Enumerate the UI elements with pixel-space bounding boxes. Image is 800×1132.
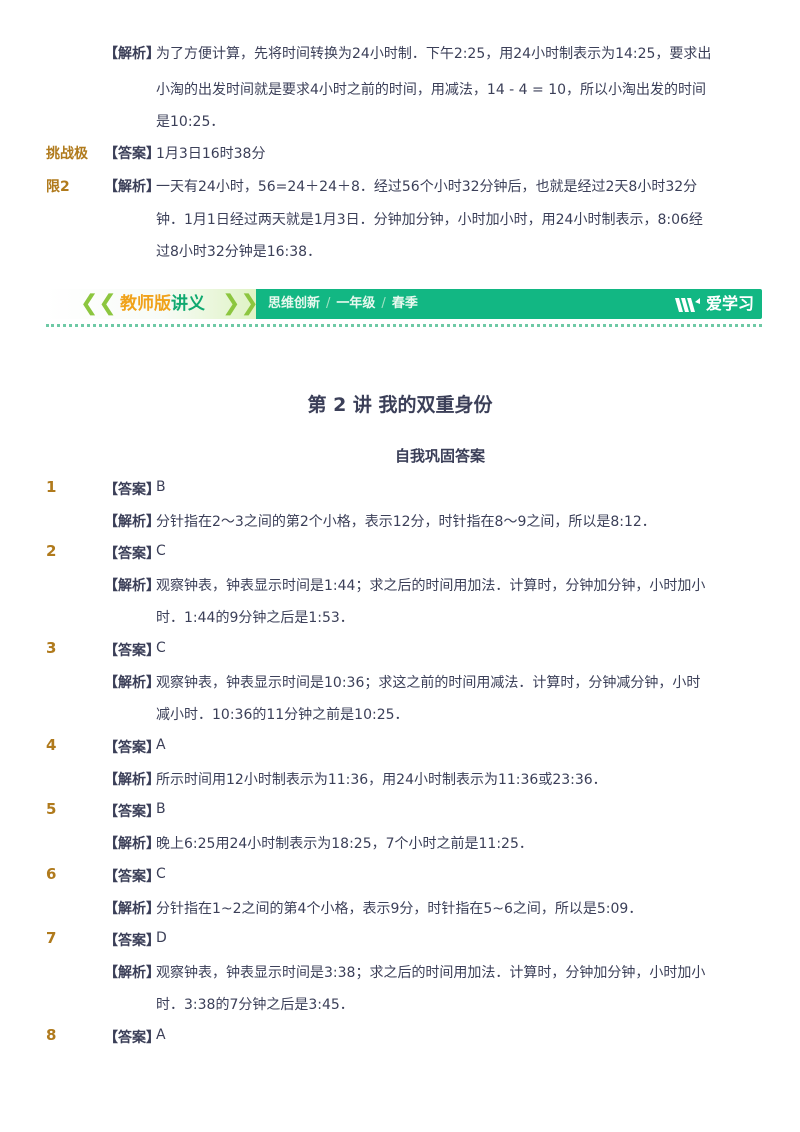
analysis-line: 观察钟表，钟表显示时间是3:38；求之后的时间用加法．计算时，分钟加分钟，小时加…: [156, 965, 706, 981]
analysis-line: 减小时．10:36的11分钟之前是10:25．: [156, 707, 409, 723]
banner-subtitle: 思维创新 / 一年级 / 春季: [268, 296, 418, 312]
brand-logo: 爱学习: [674, 293, 754, 315]
double-chevron-left-icon: ❮❮: [80, 291, 117, 316]
answer-text: 1月3日16时38分: [156, 146, 266, 162]
analysis-tag: 【解析】: [104, 772, 160, 788]
banner-sub-season: 春季: [391, 296, 418, 311]
answer-text: C: [156, 543, 166, 559]
banner-dotted-divider: [46, 324, 762, 327]
analysis-tag: 【解析】: [104, 965, 160, 981]
banner-separator: /: [326, 296, 331, 311]
analysis-tag: 【解析】: [104, 901, 160, 917]
question-number: 5: [46, 800, 57, 818]
section-title: 自我巩固答案: [394, 447, 485, 465]
banner-sub-grade: 一年级: [336, 296, 376, 311]
challenge-label: 挑战极: [46, 146, 88, 162]
analysis-line: 时．3:38的7分钟之后是3:45．: [156, 997, 354, 1013]
analysis-tag: 【解析】: [104, 514, 160, 530]
analysis-tag: 【解析】: [104, 46, 160, 62]
answer-tag: 【答案】: [104, 146, 160, 162]
analysis-line: 过8小时32分钟是16:38．: [156, 244, 322, 260]
answer-tag: 【答案】: [104, 804, 160, 820]
analysis-tag: 【解析】: [104, 179, 160, 195]
brand-logo-text: 爱学习: [705, 294, 754, 313]
answer-tag: 【答案】: [104, 482, 160, 498]
analysis-line: 小淘的出发时间就是要求4小时之前的时间，用减法，14 - 4 = 10，所以小淘…: [156, 82, 707, 98]
question-number: 7: [46, 929, 57, 947]
answer-text: B: [156, 801, 166, 817]
answer-tag: 【答案】: [104, 933, 160, 949]
answer-tag: 【答案】: [104, 869, 160, 885]
analysis-line: 分针指在1~2之间的第4个小格，表示9分，时针指在5~6之间，所以是5:09．: [156, 901, 643, 917]
banner-separator: /: [381, 296, 386, 311]
answer-tag: 【答案】: [104, 1030, 160, 1046]
banner-sub-course: 思维创新: [268, 296, 321, 311]
lecture-title: 第 2 讲 我的双重身份: [307, 394, 493, 416]
analysis-line: 晚上6:25用24小时制表示为18:25，7个小时之前是11:25．: [156, 836, 533, 852]
answer-text: A: [156, 737, 166, 753]
analysis-line: 观察钟表，钟表显示时间是10:36；求这之前的时间用减法．计算时，分钟减分钟，小…: [156, 675, 701, 691]
analysis-line: 是10:25．: [156, 114, 225, 130]
answer-tag: 【答案】: [104, 643, 160, 659]
analysis-line: 分针指在2～3之间的第2个小格，表示12分，时针指在8～9之间，所以是8:12．: [156, 514, 656, 530]
answer-text: A: [156, 1027, 166, 1043]
question-number: 3: [46, 639, 57, 657]
banner-title-part2: 讲义: [171, 294, 205, 314]
analysis-line: 一天有24小时，56=24＋24＋8．经过56个小时32分钟后，也就是经过2天8…: [156, 179, 698, 195]
analysis-tag: 【解析】: [104, 578, 160, 594]
question-number: 6: [46, 865, 57, 883]
page-header-banner: ❮❮ 教师版讲义 ❯❯ 思维创新 / 一年级 / 春季 爱学习: [46, 289, 762, 319]
answer-text: B: [156, 479, 166, 495]
analysis-line: 为了方便计算，先将时间转换为24小时制．下午2:25，用24小时制表示为14:2…: [156, 46, 712, 62]
analysis-tag: 【解析】: [104, 836, 160, 852]
answer-text: C: [156, 640, 166, 656]
analysis-tag: 【解析】: [104, 675, 160, 691]
answer-tag: 【答案】: [104, 546, 160, 562]
question-number: 8: [46, 1026, 57, 1044]
answer-tag: 【答案】: [104, 740, 160, 756]
banner-title: 教师版讲义: [120, 293, 205, 315]
banner-title-part1: 教师版: [120, 294, 171, 314]
answer-text: D: [156, 930, 167, 946]
question-number: 1: [46, 478, 57, 496]
answer-text: C: [156, 866, 166, 882]
analysis-line: 钟．1月1日经过两天就是1月3日．分钟加分钟，小时加小时，用24小时制表示，8:…: [156, 212, 703, 228]
analysis-line: 时．1:44的9分钟之后是1:53．: [156, 610, 354, 626]
question-number: 2: [46, 542, 57, 560]
brand-logo-icon: [674, 297, 700, 312]
analysis-line: 所示时间用12小时制表示为11:36，用24小时制表示为11:36或23:36．: [156, 772, 607, 788]
double-chevron-right-icon: ❯❯: [222, 291, 259, 316]
question-number: 4: [46, 736, 57, 754]
challenge-label-2: 限2: [46, 179, 70, 195]
analysis-line: 观察钟表，钟表显示时间是1:44；求之后的时间用加法．计算时，分钟加分钟，小时加…: [156, 578, 706, 594]
